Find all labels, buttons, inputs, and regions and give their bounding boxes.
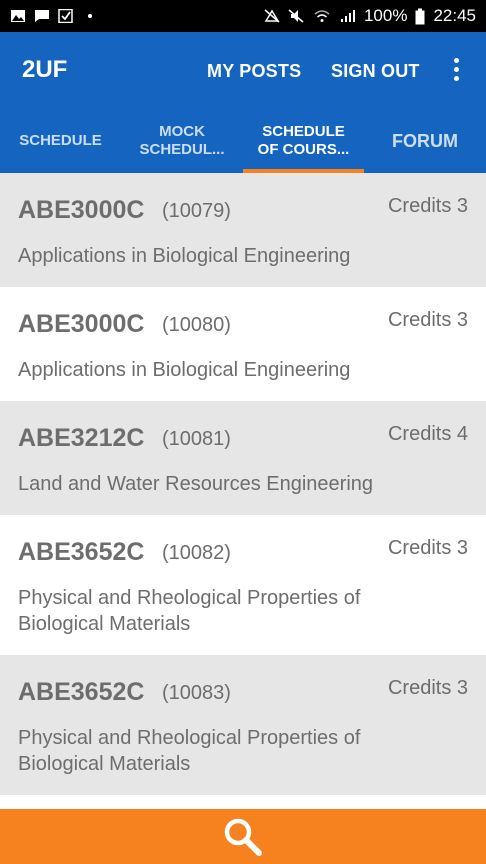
tab-schedule[interactable]: SCHEDULE [0, 108, 121, 173]
course-name: Applications in Biological Engineering [18, 245, 351, 267]
course-code: ABE3000C [18, 196, 145, 224]
list-item[interactable]: ABE3000C (10080) Credits 3 Applications … [0, 287, 486, 401]
course-code: ABE3652C [18, 678, 145, 706]
tab-bar: SCHEDULE MOCK SCHEDUL... SCHEDULE OF COU… [0, 108, 486, 173]
course-id: (10081) [162, 428, 231, 450]
toolbar: 2UF MY POSTS SIGN OUT [0, 32, 486, 108]
tab-schedule-label: SCHEDULE [19, 131, 102, 149]
list-item[interactable]: ABE3212C (10081) Credits 4 Land and Wate… [0, 401, 486, 515]
course-credits: Credits 3 [387, 309, 468, 331]
course-credits: Credits 4 [387, 423, 468, 445]
course-code: ABE3212C [18, 424, 145, 452]
tab-mock-schedule[interactable]: MOCK SCHEDUL... [121, 108, 243, 173]
status-bar: 100% 22:45 [0, 0, 486, 32]
course-name: Applications in Biological Engineering [18, 359, 351, 381]
mute-icon [288, 9, 304, 23]
dot-icon [88, 14, 92, 18]
course-name: Land and Water Resources Engineering [18, 473, 374, 495]
more-vertical-icon[interactable] [446, 54, 466, 84]
tab-forum[interactable]: FORUM [364, 108, 486, 173]
course-credits: Credits 3 [387, 677, 468, 699]
app-bar: 2UF MY POSTS SIGN OUT SCHEDULE MOCK SCHE… [0, 32, 486, 173]
tab-forum-label: FORUM [392, 130, 458, 151]
course-code: ABE3000C [18, 310, 145, 338]
list-item[interactable]: ABE3652C (10082) Credits 3 Physical and … [0, 515, 486, 655]
sign-out-button[interactable]: SIGN OUT [331, 61, 420, 82]
course-id: (10079) [162, 200, 231, 222]
list-item[interactable]: ABE3652C (10083) Credits 3 Physical and … [0, 655, 486, 795]
course-id: (10082) [162, 542, 231, 564]
course-name: Physical and Rheological Properties of B… [18, 727, 361, 775]
my-posts-button[interactable]: MY POSTS [207, 61, 301, 82]
checkbox-icon [58, 9, 73, 23]
app-title: 2UF [22, 56, 68, 83]
course-credits: Credits 3 [387, 195, 468, 217]
course-list[interactable]: ABE3000C (10079) Credits 3 Applications … [0, 173, 486, 795]
tab-mock-schedule-line2: SCHEDUL... [139, 140, 225, 158]
battery-icon [415, 8, 425, 24]
message-icon [35, 10, 49, 22]
search-icon[interactable] [221, 815, 265, 859]
status-time: 22:45 [433, 6, 476, 25]
search-bar-button[interactable] [0, 809, 486, 864]
tab-schedule-of-courses[interactable]: SCHEDULE OF COURS... [243, 108, 364, 173]
tab-mock-schedule-line1: MOCK [159, 122, 205, 140]
tab-schedule-of-courses-line2: OF COURS... [257, 140, 350, 158]
course-code: ABE3652C [18, 538, 145, 566]
battery-percent: 100% [363, 6, 408, 25]
course-id: (10080) [162, 314, 231, 336]
sync-off-icon [264, 9, 280, 23]
image-icon [11, 10, 25, 22]
tab-schedule-of-courses-line1: SCHEDULE [262, 122, 345, 140]
list-item[interactable]: ABE3000C (10079) Credits 3 Applications … [0, 173, 486, 287]
course-name: Physical and Rheological Properties of B… [18, 587, 361, 635]
course-credits: Credits 3 [387, 537, 468, 559]
wifi-icon [314, 10, 330, 22]
course-id: (10083) [162, 682, 231, 704]
signal-icon [340, 10, 355, 22]
